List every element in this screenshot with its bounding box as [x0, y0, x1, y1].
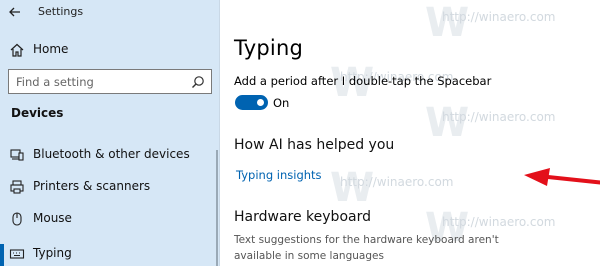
back-arrow-icon[interactable]: [8, 5, 22, 19]
search-icon[interactable]: [191, 75, 205, 89]
home-label: Home: [33, 42, 69, 56]
red-arrow-annotation: [524, 168, 600, 186]
sidebar-item-mouse[interactable]: Mouse: [0, 206, 218, 232]
search-input[interactable]: [9, 70, 192, 93]
period-setting-label: Add a period after I double-tap the Spac…: [234, 74, 492, 88]
selected-indicator: [0, 244, 4, 266]
watermark-text: http://winaero.com: [340, 175, 454, 189]
keyboard-icon: [9, 249, 25, 259]
bluetooth-devices-icon: [10, 149, 24, 161]
sidebar-item-printers[interactable]: Printers & scanners: [0, 174, 218, 200]
title-bar: Settings: [0, 0, 220, 26]
window-title: Settings: [38, 5, 84, 18]
watermark-text: http://winaero.com: [442, 215, 556, 229]
main-content: W http://winaero.com W http://winaero.co…: [220, 0, 600, 266]
search-field[interactable]: [8, 69, 212, 94]
ai-helped-heading: How AI has helped you: [234, 137, 395, 153]
scrollbar[interactable]: [216, 150, 218, 266]
page-title: Typing: [234, 36, 303, 60]
sidebar-item-label: Bluetooth & other devices: [33, 147, 190, 161]
toggle-knob: [257, 99, 264, 106]
sidebar: Settings Home Devices Bluetooth & other …: [0, 0, 220, 266]
hardware-keyboard-heading: Hardware keyboard: [234, 209, 371, 225]
period-toggle[interactable]: [235, 95, 268, 110]
typing-insights-link[interactable]: Typing insights: [236, 168, 322, 182]
home-icon: [10, 43, 24, 57]
toggle-state-label: On: [273, 96, 290, 110]
sidebar-item-label: Mouse: [33, 211, 72, 225]
sidebar-item-home[interactable]: Home: [0, 37, 218, 63]
sidebar-item-bluetooth[interactable]: Bluetooth & other devices: [0, 142, 218, 168]
section-title: Devices: [11, 106, 64, 120]
watermark-text: http://winaero.com: [442, 10, 556, 24]
watermark-text: http://winaero.com: [442, 110, 556, 124]
sidebar-item-label: Printers & scanners: [33, 179, 151, 193]
mouse-icon: [12, 212, 22, 226]
sidebar-item-label: Typing: [33, 246, 72, 260]
hardware-keyboard-description: Text suggestions for the hardware keyboa…: [234, 234, 499, 262]
printer-icon: [10, 180, 24, 194]
sidebar-item-typing[interactable]: Typing: [0, 241, 218, 267]
